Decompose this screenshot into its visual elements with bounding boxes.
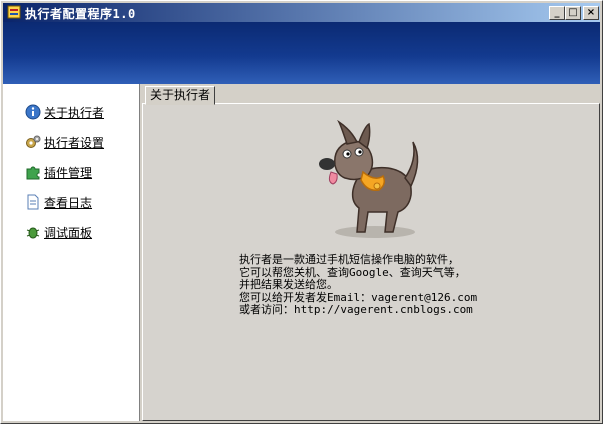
about-line: 或者访问：http://vagerent.cnblogs.com bbox=[239, 303, 473, 316]
app-icon bbox=[7, 5, 21, 19]
sidebar-item-about[interactable]: 关于执行者 bbox=[25, 103, 104, 121]
maximize-button[interactable]: □ bbox=[565, 6, 581, 20]
sidebar-item-debug[interactable]: 调试面板 bbox=[25, 223, 92, 241]
about-line: 执行者是一款通过手机短信操作电脑的软件， bbox=[239, 253, 459, 266]
main-panel: 关于执行者 执行者是一款通过手机短信操作电脑的软件， 它可以帮您关机、查询Goo… bbox=[142, 84, 600, 421]
title-bar[interactable]: 执行者配置程序1.0 _ □ × bbox=[3, 3, 600, 22]
info-icon bbox=[25, 104, 41, 120]
tab-about[interactable]: 关于执行者 bbox=[145, 86, 216, 105]
close-button[interactable]: × bbox=[583, 6, 599, 20]
sidebar-item-label: 关于执行者 bbox=[44, 105, 105, 120]
bug-icon bbox=[26, 227, 40, 239]
about-line: 并把结果发送给您。 bbox=[239, 278, 338, 291]
minimize-button[interactable]: _ bbox=[549, 6, 565, 20]
window-title: 执行者配置程序1.0 bbox=[25, 7, 136, 21]
sidebar-item-label: 执行者设置 bbox=[44, 135, 105, 150]
puzzle-icon bbox=[26, 166, 40, 180]
document-icon bbox=[27, 194, 39, 210]
header-banner bbox=[3, 22, 600, 84]
about-text: 执行者是一款通过手机短信操作电脑的软件， 它可以帮您关机、查询Google、查询… bbox=[239, 253, 478, 317]
app-window: 执行者配置程序1.0 _ □ × 关于执行者 执行者设置 插件管理 查看日志 调… bbox=[0, 0, 603, 424]
gears-icon bbox=[26, 135, 41, 148]
sidebar-item-label: 调试面板 bbox=[44, 225, 93, 240]
sidebar-item-logs[interactable]: 查看日志 bbox=[25, 193, 92, 211]
about-line: 它可以帮您关机、查询Google、查询天气等， bbox=[239, 265, 466, 279]
sidebar-item-label: 插件管理 bbox=[44, 165, 93, 180]
sidebar-item-settings[interactable]: 执行者设置 bbox=[25, 133, 104, 151]
about-line: 您可以给开发者发Email：vagerent@126.com bbox=[239, 290, 478, 304]
sidebar: 关于执行者 执行者设置 插件管理 查看日志 调试面板 bbox=[3, 84, 140, 421]
about-panel: 执行者是一款通过手机短信操作电脑的软件， 它可以帮您关机、查询Google、查询… bbox=[142, 103, 600, 421]
sidebar-item-label: 查看日志 bbox=[44, 195, 93, 210]
dog-mascot-icon bbox=[319, 120, 419, 238]
sidebar-item-plugins[interactable]: 插件管理 bbox=[25, 163, 92, 181]
